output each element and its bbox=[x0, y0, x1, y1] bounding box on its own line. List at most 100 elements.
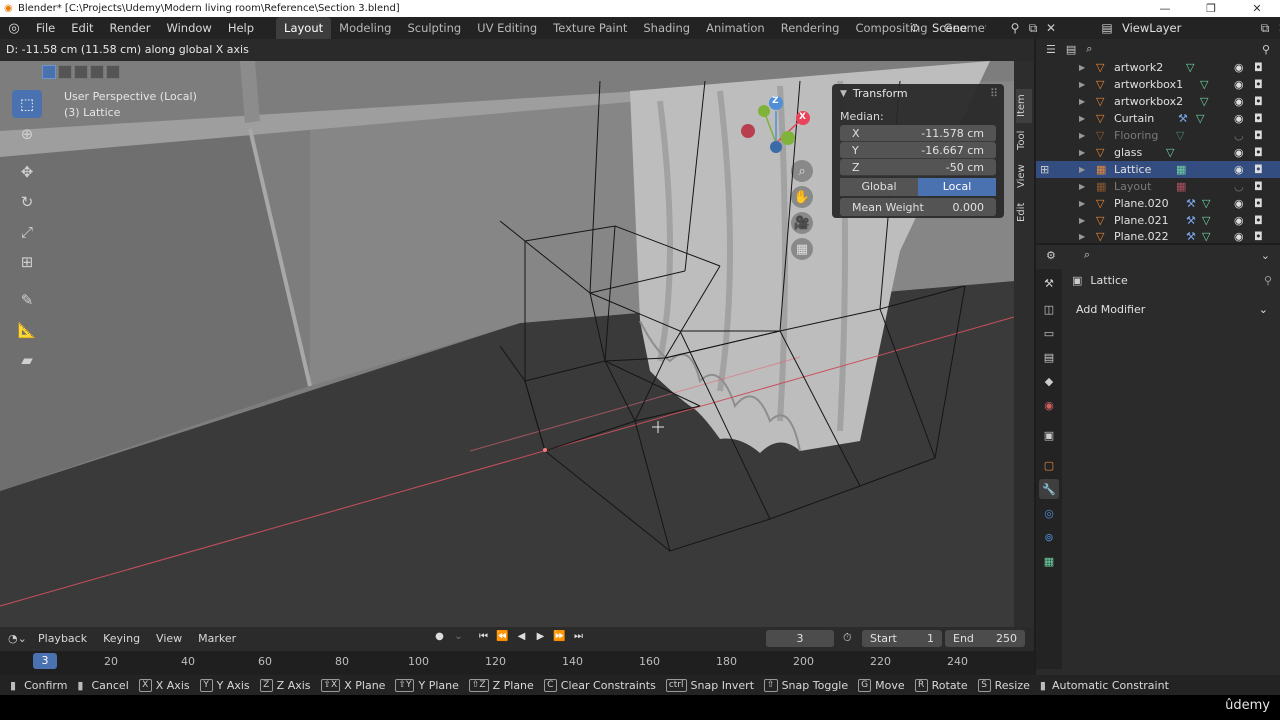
render-camera-icon[interactable]: ◘ bbox=[1254, 95, 1263, 108]
visibility-eye-icon[interactable]: ◉ bbox=[1234, 214, 1244, 227]
outliner-item-artworkbox1[interactable]: ▶ ▽ artworkbox1 ▽ ◉ ◘ bbox=[1036, 76, 1280, 93]
display-mode-icon[interactable]: ▤ bbox=[1066, 43, 1076, 56]
record-icon[interactable]: ● bbox=[430, 631, 449, 642]
render-tab-icon[interactable]: ◫ bbox=[1039, 299, 1059, 319]
expand-arrow-icon[interactable]: ▶ bbox=[1079, 63, 1085, 72]
menu-edit[interactable]: Edit bbox=[63, 21, 101, 35]
editor-type-icon[interactable]: ◔⌄ bbox=[8, 632, 30, 645]
render-camera-icon[interactable]: ◘ bbox=[1254, 197, 1263, 210]
expand-arrow-icon[interactable]: ▶ bbox=[1079, 114, 1085, 123]
scene-selector[interactable]: ⛭ Scene ⚲ ⧉ ✕ bbox=[904, 17, 1060, 39]
outliner-search-icon[interactable]: ⌕ bbox=[1086, 42, 1092, 56]
jump-keyframe-forward-icon[interactable]: ⏩ bbox=[550, 631, 569, 642]
select-subtract-icon[interactable] bbox=[74, 65, 88, 79]
delete-view-layer-icon[interactable]: ✕ bbox=[1274, 21, 1280, 35]
view-layer-name[interactable]: ViewLayer bbox=[1116, 21, 1256, 35]
select-difference-icon[interactable] bbox=[90, 65, 104, 79]
tab-animation[interactable]: Animation bbox=[698, 17, 773, 39]
annotate-icon[interactable]: ✎ bbox=[12, 286, 42, 314]
play-icon[interactable]: ▶ bbox=[531, 631, 550, 642]
menu-window[interactable]: Window bbox=[158, 21, 219, 35]
physics-tab-icon[interactable]: ◎ bbox=[1039, 503, 1059, 523]
tab-tool[interactable]: Tool bbox=[1016, 125, 1032, 155]
new-view-layer-icon[interactable]: ⧉ bbox=[1256, 21, 1274, 36]
camera-view-icon[interactable]: 🎥 bbox=[791, 212, 813, 234]
expand-arrow-icon[interactable]: ▶ bbox=[1079, 148, 1085, 157]
menu-view[interactable]: View bbox=[148, 632, 190, 645]
render-camera-icon[interactable]: ◘ bbox=[1254, 129, 1263, 142]
expand-arrow-icon[interactable]: ▶ bbox=[1079, 131, 1085, 140]
constraints-tab-icon[interactable]: ⊚ bbox=[1039, 527, 1059, 547]
scene-tab-icon[interactable]: ◆ bbox=[1039, 371, 1059, 391]
visibility-eye-icon[interactable]: ◉ bbox=[1234, 95, 1244, 108]
current-frame-field[interactable]: 3 bbox=[766, 630, 834, 647]
select-extend-icon[interactable] bbox=[58, 65, 72, 79]
pin-scene-icon[interactable]: ⚲ bbox=[1006, 21, 1024, 35]
filter-icon[interactable]: ⚲ bbox=[1262, 43, 1270, 56]
start-frame-field[interactable]: Start 1 bbox=[862, 630, 942, 647]
render-camera-icon[interactable]: ◘ bbox=[1254, 230, 1263, 243]
ortho-grid-icon[interactable]: ▦ bbox=[791, 238, 813, 260]
local-button[interactable]: Local bbox=[918, 178, 996, 196]
expand-arrow-icon[interactable]: ▶ bbox=[1079, 165, 1085, 174]
cursor-icon[interactable]: ⊕ bbox=[12, 120, 42, 148]
outliner-item-layout[interactable]: ▶ ▦ Layout ▦ ◡ ◘ bbox=[1036, 178, 1280, 195]
menu-file[interactable]: File bbox=[28, 21, 63, 35]
object-tab-icon[interactable]: ▢ bbox=[1039, 455, 1059, 475]
visibility-eye-icon[interactable]: ◉ bbox=[1234, 197, 1244, 210]
median-y-field[interactable]: Y -16.667 cm bbox=[840, 142, 996, 159]
render-camera-icon[interactable]: ◘ bbox=[1254, 163, 1263, 176]
minimize-button[interactable]: — bbox=[1142, 2, 1188, 15]
world-tab-icon[interactable]: ◉ bbox=[1039, 395, 1059, 415]
outliner-item-plane-022[interactable]: ▶ ▽ Plane.022 ⚒ ▽ ◉ ◘ bbox=[1036, 229, 1280, 243]
properties-options-icon[interactable]: ⌄ bbox=[1261, 249, 1270, 262]
median-z-field[interactable]: Z -50 cm bbox=[840, 159, 996, 176]
outliner-item-glass[interactable]: ▶ ▽ glass ▽ ◉ ◘ bbox=[1036, 144, 1280, 161]
gizmo-z-label[interactable]: Z bbox=[772, 96, 779, 106]
tab-uv-editing[interactable]: UV Editing bbox=[469, 17, 545, 39]
shear-icon[interactable]: ▰ bbox=[12, 346, 42, 374]
outliner-item-curtain[interactable]: ▶ ▽ Curtain ⚒ ▽ ◉ ◘ bbox=[1036, 110, 1280, 127]
properties-editor-icon[interactable]: ⚙ bbox=[1046, 249, 1056, 262]
jump-keyframe-back-icon[interactable]: ⏪ bbox=[493, 631, 512, 642]
tool-tab-icon[interactable]: ⚒ bbox=[1039, 273, 1059, 293]
render-camera-icon[interactable]: ◘ bbox=[1254, 214, 1263, 227]
render-camera-icon[interactable]: ◘ bbox=[1254, 180, 1263, 193]
select-box-icon[interactable]: ⬚ bbox=[12, 90, 42, 118]
end-frame-field[interactable]: End 250 bbox=[945, 630, 1025, 647]
transform-panel-header[interactable]: ▼ Transform ⠿ bbox=[832, 84, 1004, 104]
3d-viewport[interactable]: Z X User Perspective (Local) (3) Lattice… bbox=[0, 61, 1014, 627]
blender-logo-icon[interactable]: ◎ bbox=[0, 21, 28, 36]
render-camera-icon[interactable]: ◘ bbox=[1254, 146, 1263, 159]
expand-arrow-icon[interactable]: ▶ bbox=[1079, 97, 1085, 106]
select-intersect-icon[interactable] bbox=[106, 65, 120, 79]
outliner-item-plane-020[interactable]: ▶ ▽ Plane.020 ⚒ ▽ ◉ ◘ bbox=[1036, 195, 1280, 212]
data-tab-icon[interactable]: ▦ bbox=[1039, 551, 1059, 571]
menu-render[interactable]: Render bbox=[102, 21, 159, 35]
expand-arrow-icon[interactable]: ▶ bbox=[1079, 80, 1085, 89]
visibility-eye-icon[interactable]: ◉ bbox=[1234, 163, 1244, 176]
rotate-icon[interactable]: ↻ bbox=[12, 188, 42, 216]
delete-scene-icon[interactable]: ✕ bbox=[1042, 21, 1060, 35]
output-tab-icon[interactable]: ▭ bbox=[1039, 323, 1059, 343]
timeline-ruler[interactable]: 3 20 40 60 80 100 120 140 160 180 200 22… bbox=[0, 651, 1034, 675]
scene-name[interactable]: Scene bbox=[926, 21, 1006, 35]
tab-layout[interactable]: Layout bbox=[276, 17, 332, 39]
move-icon[interactable]: ✥ bbox=[12, 158, 42, 186]
tab-item[interactable]: Item bbox=[1016, 89, 1032, 123]
jump-end-icon[interactable]: ⏭ bbox=[569, 631, 588, 642]
scale-icon[interactable]: ⤢ bbox=[12, 218, 42, 246]
tab-rendering[interactable]: Rendering bbox=[773, 17, 848, 39]
properties-search-icon[interactable]: ⌕ bbox=[1084, 248, 1090, 262]
tab-edit[interactable]: Edit bbox=[1016, 197, 1032, 227]
close-button[interactable]: ✕ bbox=[1234, 2, 1280, 15]
zoom-icon[interactable]: ⌕ bbox=[791, 160, 813, 182]
render-camera-icon[interactable]: ◘ bbox=[1254, 112, 1263, 125]
add-modifier-dropdown[interactable]: Add Modifier ⌄ bbox=[1066, 299, 1276, 319]
modifier-tab-icon[interactable]: 🔧 bbox=[1039, 479, 1059, 499]
expand-arrow-icon[interactable]: ▶ bbox=[1079, 182, 1085, 191]
tab-sculpting[interactable]: Sculpting bbox=[399, 17, 469, 39]
hidden-eye-icon[interactable]: ◡ bbox=[1234, 129, 1244, 142]
measure-icon[interactable]: 📐 bbox=[12, 316, 42, 344]
visibility-eye-icon[interactable]: ◉ bbox=[1234, 78, 1244, 91]
